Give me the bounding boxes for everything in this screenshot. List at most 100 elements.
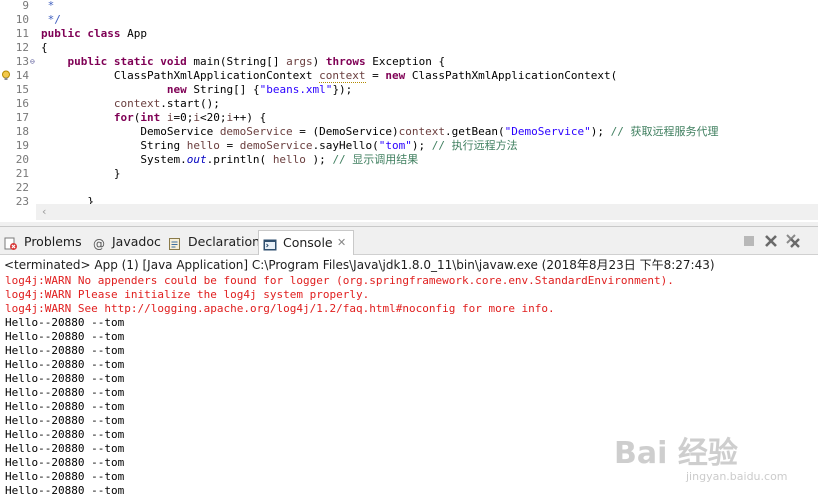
code-token: new [166,83,187,96]
remove-launch-icon [765,235,777,247]
code-token: =0; [173,111,194,124]
code-token: // 显示调用结果 [332,153,419,166]
tab-problems[interactable]: Problems [0,230,84,254]
line-number: 15 [15,83,29,96]
console-output-line: Hello--20880 --tom [5,330,125,343]
code-line[interactable]: 17 for(int i=0;i<20;i++) { [0,111,818,125]
code-line[interactable]: 18 DemoService demoService = (DemoServic… [0,125,818,139]
remove-all-terminated-icon [786,234,800,248]
code-token: } [41,167,121,180]
fold-toggle-icon[interactable]: ⊖ [30,57,35,67]
code-token: out [186,153,207,166]
code-line[interactable]: 21 } [0,167,818,181]
code-token: demoService [219,125,293,138]
code-line[interactable]: 12 { [0,41,818,55]
console-warning-line: log4j:WARN Please initialize the log4j s… [5,288,370,301]
code-token: void [160,55,187,68]
code-token: = (DemoService) [292,125,399,138]
line-number: 9 [22,0,29,12]
code-token: { [41,41,48,54]
code-token: public [41,27,81,40]
code-line[interactable]: 13 ⊖ public static void main(String[] arg… [0,55,818,69]
code-line[interactable]: 20 System.out.println( hello ); // 显示调用结… [0,153,818,167]
line-number: 22 [15,181,29,194]
code-text: ClassPathXmlApplicationContext context =… [41,69,617,83]
code-text: System.out.println( hello ); // 显示调用结果 [41,153,418,167]
svg-text:@: @ [93,237,105,251]
code-token: context [398,125,445,138]
declaration-icon [168,235,182,250]
tab-problems-label: Problems [24,234,82,249]
line-number: 16 [15,97,29,110]
code-line[interactable]: 22 [0,181,818,195]
console-output-line: Hello--20880 --tom [5,316,125,329]
tab-declaration-label: Declaration [188,234,261,249]
console-output-line: Hello--20880 --tom [5,400,125,413]
code-token: ); [590,125,611,138]
code-token: throws [325,55,366,68]
horizontal-scrollbar[interactable]: ‹ [36,204,818,220]
code-token: String[] { [186,83,260,96]
code-token: "tom" [378,139,412,152]
tab-javadoc-label: Javadoc [112,234,161,249]
code-token: .getBean( [445,125,505,138]
line-number: 17 [15,111,29,124]
line-number: 13 [15,55,29,68]
code-token: public [67,55,108,68]
line-number: 11 [15,27,29,40]
remove-all-terminated-button[interactable] [784,232,802,250]
close-icon[interactable]: ✕ [337,231,346,255]
code-token: .println( [206,153,273,166]
code-text: { [41,41,48,55]
code-token: ); [305,153,333,166]
warning-marker-icon[interactable] [1,70,11,81]
console-output[interactable]: <terminated> App (1) [Java Application] … [0,256,818,498]
code-text: context.start(); [41,97,220,111]
line-number: 21 [15,167,29,180]
code-line[interactable]: 15 new String[] {"beans.xml"}); [0,83,818,97]
console-output-line: Hello--20880 --tom [5,470,125,483]
code-editor[interactable]: 9 * 10 */11 public class App 12{13 ⊖ public … [0,0,818,222]
remove-launch-button[interactable] [762,232,780,250]
console-output-line: Hello--20880 --tom [5,428,125,441]
code-token: "beans.xml" [259,83,333,96]
code-text: String hello = demoService.sayHello("tom… [41,139,518,153]
code-token: main(String[] [186,55,287,68]
tab-console-label: Console [283,235,333,250]
line-number: 18 [15,125,29,138]
code-token: ++) { [233,111,267,124]
terminate-button[interactable] [740,232,758,250]
code-line[interactable]: 9 * [0,0,818,13]
code-token: System. [41,153,187,166]
code-token: App [120,27,147,40]
console-process-label: <terminated> App (1) [Java Application] … [4,258,715,272]
tab-declaration[interactable]: Declaration [164,230,260,254]
line-number: 20 [15,153,29,166]
tab-console[interactable]: Console ✕ [258,230,354,255]
code-line[interactable]: 10 */ [0,13,818,27]
code-token: Exception { [365,55,446,68]
code-token: */ [41,13,61,26]
code-line[interactable]: 14 ClassPathXmlApplicationContext contex… [0,69,818,83]
tab-javadoc[interactable]: @ Javadoc [88,230,161,254]
code-text: DemoService demoService = (DemoService)c… [41,125,718,139]
console-warning-line: log4j:WARN No appenders could be found f… [5,274,674,287]
code-token: * [41,0,55,12]
code-line[interactable]: 16 context.start(); [0,97,818,111]
code-line[interactable]: 19 String hello = demoService.sayHello("… [0,139,818,153]
line-number: 10 [15,13,29,26]
console-output-line: Hello--20880 --tom [5,484,125,497]
console-output-line: Hello--20880 --tom [5,386,125,399]
code-text: } [41,167,121,181]
code-line[interactable]: 11 public class App [0,27,818,41]
code-token: .sayHello( [312,139,379,152]
code-token: demoService [239,139,313,152]
view-tab-bar: Problems @ Javadoc Declaration Console ✕ [0,227,818,255]
code-token: // 执行远程方法 [431,139,518,152]
line-number: 23 [15,195,29,208]
scroll-left-icon[interactable]: ‹ [42,205,46,218]
